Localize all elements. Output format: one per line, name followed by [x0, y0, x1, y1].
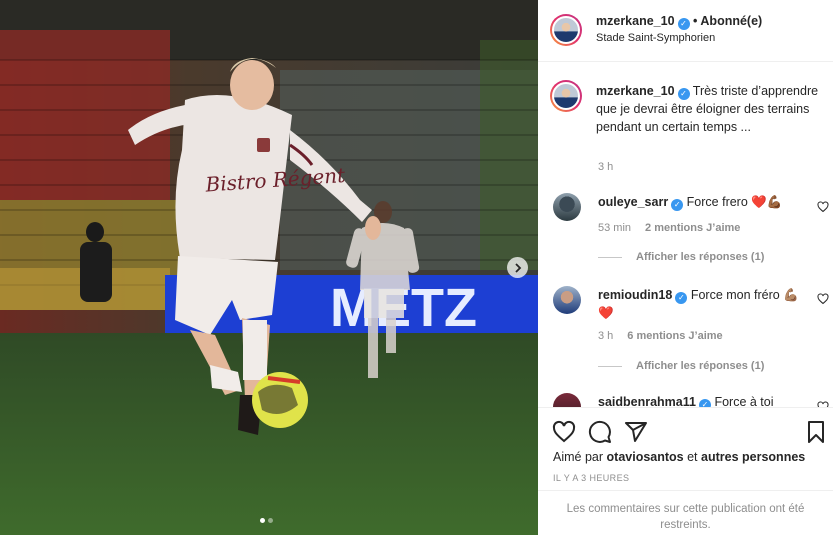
- heart-icon[interactable]: [552, 420, 576, 444]
- post-header: mzerkane_10 ✓ • Abonné(e) Stade Saint-Sym…: [538, 0, 833, 62]
- caption: mzerkane_10 ✓ Très triste d’apprendre que…: [596, 82, 826, 136]
- commenter-username[interactable]: saidbenrahma11: [598, 395, 696, 407]
- commenter-username[interactable]: remioudin18: [598, 288, 672, 302]
- verified-badge-icon: ✓: [677, 88, 690, 100]
- carousel-next-button[interactable]: [507, 257, 528, 278]
- commenter-avatar[interactable]: [553, 193, 581, 221]
- caption-timestamp: 3 h: [598, 161, 614, 173]
- author-username[interactable]: mzerkane_10: [596, 14, 675, 28]
- chevron-right-icon: [514, 262, 521, 273]
- comment-text: Force à toi: [714, 395, 774, 407]
- likes-summary: Aimé par otaviosantos et autres personne…: [553, 450, 806, 464]
- comment-item: remioudin18 ✓ Force mon fréro 💪🏽 ❤️: [598, 286, 818, 322]
- comment-meta: 3 h 6 mentions J’aime: [598, 330, 723, 342]
- comment-icon[interactable]: [588, 420, 612, 444]
- comments-restricted-notice: Les commentaires sur cette publication o…: [538, 490, 833, 535]
- verified-badge-icon: ✓: [677, 18, 690, 30]
- commenter-avatar[interactable]: [553, 393, 581, 407]
- post-photo[interactable]: METZ: [0, 0, 538, 535]
- comments-list[interactable]: mzerkane_10 ✓ Très triste d’apprendre que…: [538, 62, 833, 407]
- author-avatar[interactable]: [550, 14, 582, 46]
- post-actions: Aimé par otaviosantos et autres personne…: [538, 407, 833, 535]
- comment-like-icon[interactable]: [817, 293, 829, 305]
- liked-by-user[interactable]: otaviosantos: [607, 450, 684, 464]
- comment-text: Force mon fréro 💪🏽: [690, 288, 799, 302]
- liked-by-others-link[interactable]: autres personnes: [701, 450, 805, 464]
- football: [252, 372, 308, 428]
- commenter-username[interactable]: ouleye_sarr: [598, 195, 668, 209]
- comment-like-count[interactable]: 6 mentions J’aime: [627, 330, 722, 342]
- comment-item: ouleye_sarr ✓ Force frero ❤️💪🏾: [598, 193, 818, 211]
- carousel-indicator: [260, 518, 273, 523]
- follow-status-button[interactable]: • Abonné(e): [693, 14, 762, 28]
- comment-text: Force frero ❤️💪🏾: [686, 195, 783, 209]
- caption-author-avatar[interactable]: [550, 80, 582, 112]
- share-icon[interactable]: [624, 420, 648, 444]
- carousel-dot: [268, 518, 273, 523]
- commenter-avatar[interactable]: [553, 286, 581, 314]
- post-location[interactable]: Stade Saint-Symphorien: [596, 32, 715, 44]
- football-scene-image: METZ: [0, 0, 538, 535]
- comment-meta: 53 min 2 mentions J’aime: [598, 222, 740, 234]
- post-timestamp[interactable]: IL Y A 3 HEURES: [553, 473, 629, 483]
- comment-text-line2: ❤️: [598, 306, 614, 320]
- view-replies-button[interactable]: Afficher les réponses (1): [598, 251, 764, 263]
- comment-like-count[interactable]: 2 mentions J’aime: [645, 222, 740, 234]
- carousel-dot-active: [260, 518, 265, 523]
- comment-time: 3 h: [598, 330, 614, 342]
- verified-badge-icon: ✓: [698, 399, 711, 407]
- caption-author-username[interactable]: mzerkane_10: [596, 84, 675, 98]
- bookmark-icon[interactable]: [804, 420, 828, 444]
- verified-badge-icon: ✓: [671, 199, 684, 211]
- comment-like-icon[interactable]: [817, 201, 829, 213]
- comment-time: 53 min: [598, 222, 632, 234]
- verified-badge-icon: ✓: [675, 292, 688, 304]
- view-replies-button[interactable]: Afficher les réponses (1): [598, 360, 764, 372]
- post-details-panel: mzerkane_10 ✓ • Abonné(e) Stade Saint-Sym…: [538, 0, 833, 535]
- comment-item: saidbenrahma11 ✓ Force à toi: [598, 393, 818, 407]
